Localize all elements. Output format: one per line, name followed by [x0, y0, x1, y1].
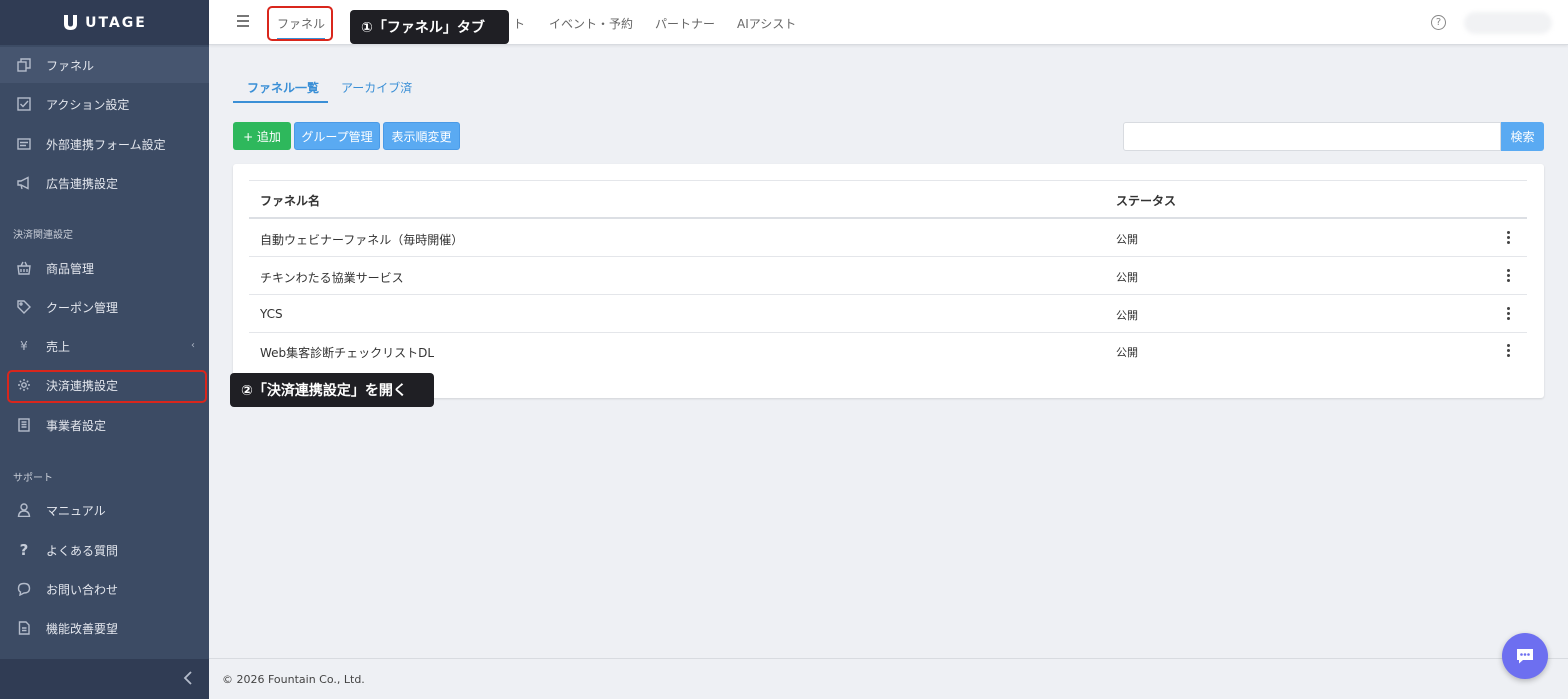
- sidebar-item-label: クーポン管理: [46, 300, 119, 315]
- funnel-name[interactable]: チキンわたる協業サービス: [260, 269, 404, 286]
- sidebar-footer: [0, 659, 209, 699]
- funnel-status: 公開: [1116, 271, 1138, 284]
- highlight-payment-integration: [7, 370, 207, 403]
- funnel-status: 公開: [1116, 346, 1138, 359]
- funnel-name[interactable]: YCS: [260, 307, 283, 321]
- more-options-icon[interactable]: [1506, 269, 1510, 282]
- more-options-icon[interactable]: [1506, 344, 1510, 357]
- sidebar-item-sales[interactable]: ¥ 売上 ‹: [0, 328, 209, 364]
- sidebar-item-faq[interactable]: ? よくある質問: [0, 532, 209, 568]
- form-icon: [16, 136, 32, 152]
- column-header-name: ファネル名: [260, 194, 321, 208]
- sidebar-item-label: 売上: [46, 339, 71, 354]
- sidebar-section-payment: 決済関連設定: [13, 230, 73, 241]
- sidebar-item-label: お問い合わせ: [46, 582, 119, 597]
- sidebar-item-label: 事業者設定: [46, 418, 107, 433]
- chat-icon: [16, 581, 32, 597]
- user-menu[interactable]: [1464, 12, 1552, 34]
- search-button[interactable]: 検索: [1501, 122, 1544, 151]
- question-icon: ?: [19, 541, 29, 559]
- copyright: © 2026 Fountain Co., Ltd.: [222, 673, 365, 686]
- sidebar-item-label: 外部連携フォーム設定: [46, 137, 166, 152]
- sidebar-item-coupons[interactable]: クーポン管理: [0, 289, 209, 325]
- table-row[interactable]: 自動ウェビナーファネル（毎時開催） 公開: [249, 219, 1527, 257]
- utage-logo-icon: [62, 14, 79, 31]
- display-order-button[interactable]: 表示順変更: [383, 122, 460, 150]
- tag-icon: [16, 299, 32, 315]
- sidebar-item-label: 機能改善要望: [46, 621, 119, 636]
- subtab-funnel-list[interactable]: ファネル一覧: [247, 79, 319, 96]
- funnel-table-card: ファネル名 ステータス 自動ウェビナーファネル（毎時開催） 公開 チキンわたる協…: [233, 164, 1544, 398]
- sidebar-item-external-form[interactable]: 外部連携フォーム設定: [0, 126, 209, 162]
- subtab-underline: [233, 101, 328, 103]
- add-button[interactable]: + 追加: [233, 122, 291, 150]
- sidebar-item-business[interactable]: 事業者設定: [0, 407, 209, 443]
- table-row[interactable]: YCS 公開: [249, 295, 1527, 333]
- footer: © 2026 Fountain Co., Ltd.: [209, 658, 1568, 699]
- subtab-archived[interactable]: アーカイブ済: [341, 79, 412, 96]
- sidebar-item-label: ファネル: [46, 58, 95, 73]
- help-icon[interactable]: ?: [1431, 15, 1446, 30]
- tab-partial[interactable]: ト: [513, 15, 525, 32]
- funnel-status: 公開: [1116, 309, 1138, 322]
- sidebar-item-label: 商品管理: [46, 261, 95, 276]
- table-row[interactable]: Web集客診断チェックリストDL 公開: [249, 332, 1527, 370]
- copy-icon: [16, 57, 32, 73]
- sidebar-item-action[interactable]: アクション設定: [0, 86, 209, 122]
- sidebar-item-label: よくある質問: [46, 543, 119, 558]
- person-icon: [16, 502, 32, 518]
- hamburger-menu-icon[interactable]: [237, 15, 249, 27]
- document-icon: [16, 620, 32, 636]
- sidebar-item-contact[interactable]: お問い合わせ: [0, 571, 209, 607]
- callout-payment-integration: ②「決済連携設定」を開く: [230, 373, 434, 407]
- table-row[interactable]: チキンわたる協業サービス 公開: [249, 257, 1527, 295]
- yen-icon: ¥: [20, 339, 28, 353]
- sidebar-item-products[interactable]: 商品管理: [0, 250, 209, 286]
- more-options-icon[interactable]: [1506, 307, 1510, 320]
- funnel-name[interactable]: Web集客診断チェックリストDL: [260, 344, 434, 361]
- sidebar-item-feature-request[interactable]: 機能改善要望: [0, 610, 209, 646]
- group-manage-button[interactable]: グループ管理: [294, 122, 380, 150]
- funnel-status: 公開: [1116, 233, 1138, 246]
- table-top-border: [249, 180, 1527, 181]
- chevron-left-icon: ‹: [191, 340, 195, 351]
- more-options-icon[interactable]: [1506, 231, 1510, 244]
- sidebar-item-manual[interactable]: マニュアル: [0, 492, 209, 528]
- sidebar-item-label: アクション設定: [46, 97, 130, 112]
- sidebar: UTAGE ファネル アクション設定 外部連携フォーム設定 広告連携設定 決済関…: [0, 0, 209, 699]
- tab-partner[interactable]: パートナー: [655, 15, 715, 32]
- highlight-funnel-tab: [267, 6, 333, 41]
- search-input[interactable]: [1123, 122, 1501, 151]
- sidebar-item-ad[interactable]: 広告連携設定: [0, 165, 209, 201]
- callout-funnel-tab: ①「ファネル」タブ: [350, 10, 509, 44]
- chat-support-button[interactable]: [1502, 633, 1548, 679]
- sidebar-item-label: 広告連携設定: [46, 176, 119, 191]
- funnel-name[interactable]: 自動ウェビナーファネル（毎時開催）: [260, 231, 463, 248]
- brand-name: UTAGE: [85, 14, 147, 31]
- sidebar-section-support: サポート: [13, 473, 53, 484]
- sidebar-item-label: マニュアル: [46, 503, 106, 518]
- megaphone-icon: [16, 175, 32, 191]
- logo[interactable]: UTAGE: [0, 0, 209, 45]
- tab-ai-assist[interactable]: AIアシスト: [737, 15, 796, 32]
- basket-icon: [16, 260, 32, 276]
- chat-bubble-icon: [1517, 649, 1533, 664]
- chevron-left-icon[interactable]: [183, 671, 193, 685]
- building-icon: [16, 417, 32, 433]
- tab-event-reservation[interactable]: イベント・予約: [549, 15, 633, 32]
- checklist-icon: [16, 96, 32, 112]
- sidebar-item-funnel[interactable]: ファネル: [0, 47, 209, 83]
- column-header-status: ステータス: [1116, 194, 1177, 208]
